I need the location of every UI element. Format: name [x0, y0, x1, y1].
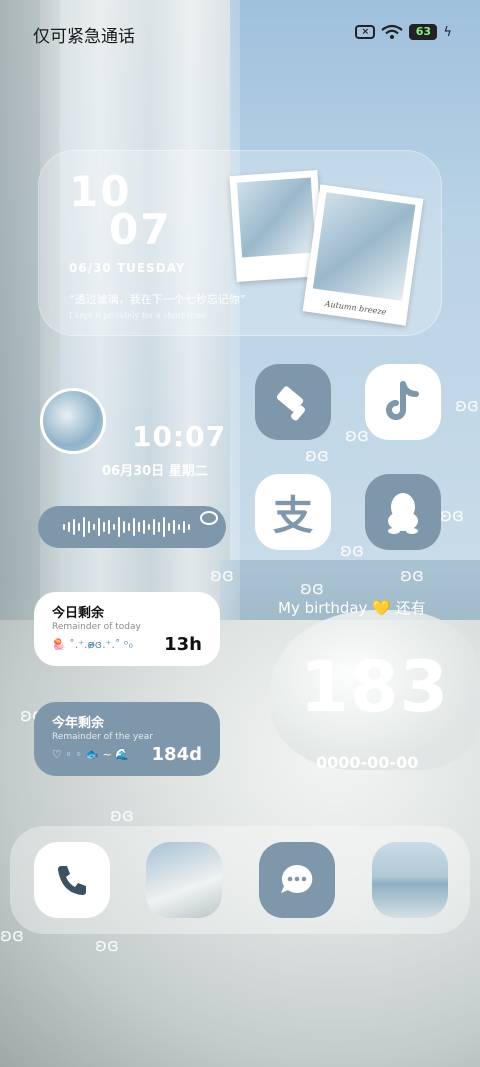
remaining-today-subtitle: Remainder of today [52, 622, 141, 632]
butterfly-icon: ʚɞ [95, 935, 119, 956]
paintbrush-app-icon[interactable] [255, 364, 331, 440]
dock [10, 826, 470, 934]
qq-penguin-icon [388, 493, 418, 534]
remaining-today-title: 今日剩余 [52, 606, 105, 621]
butterfly-icon: ʚɞ [400, 565, 424, 586]
status-bar: 仅可紧急通话 × 63 ϟ [0, 0, 480, 66]
butterfly-icon: ʚɞ [340, 540, 364, 561]
birthday-label: My birthday 💛 还有 [278, 599, 426, 617]
status-icons: × 63 ϟ [355, 24, 452, 40]
tiktok-app-icon[interactable] [365, 364, 441, 440]
phone-app-icon[interactable] [34, 842, 110, 918]
birthday-days-count[interactable]: 183 [300, 646, 449, 728]
alipay-icon: 支 [273, 493, 313, 539]
sound-wave-icon [63, 517, 190, 537]
butterfly-icon: ʚɞ [345, 425, 369, 446]
polaroid-photo: Autumn breeze [302, 184, 424, 326]
chat-bubble-icon [200, 511, 218, 525]
avatar[interactable] [40, 388, 106, 454]
polaroid-caption: Autumn breeze [324, 299, 387, 317]
remaining-year-title: 今年剩余 [52, 716, 105, 731]
clock-minute: 07 [109, 205, 172, 254]
clock-quote-english: I kept it privately for a short time [69, 311, 206, 320]
butterfly-icon: ʚɞ [210, 565, 234, 586]
clock-widget[interactable]: 10 07 06/30 TUESDAY “透过玻璃，我在下一个七秒忘记你” I … [38, 150, 442, 336]
butterfly-icon: ʚɞ [305, 445, 329, 466]
sim-off-icon: × [355, 25, 376, 39]
remaining-year-value: 184d [151, 744, 202, 765]
remaining-today-decoration: 🪼 ˚.⁺.ʚ̴̶̷̷ɞ.⁺.˚ ᵒ₀ [52, 638, 133, 651]
carrier-text: 仅可紧急通话 [33, 27, 135, 47]
voice-message-widget[interactable] [38, 506, 226, 548]
tiktok-icon [386, 381, 419, 420]
battery-indicator: 63 [409, 24, 438, 40]
butterfly-icon: ʚɞ [300, 578, 324, 599]
remaining-year-subtitle: Remainder of the year [52, 732, 153, 742]
remaining-today-widget[interactable]: 今日剩余 Remainder of today 🪼 ˚.⁺.ʚ̴̶̷̷ɞ.⁺.˚… [34, 592, 220, 666]
remaining-year-widget[interactable]: 今年剩余 Remainder of the year ♡ ◦ ◦ 🐟 ~ 🌊 1… [34, 702, 220, 776]
butterfly-icon: ʚɞ [0, 925, 24, 946]
butterfly-icon: ʚɞ [110, 805, 134, 826]
messages-app-icon[interactable] [259, 842, 335, 918]
remaining-year-decoration: ♡ ◦ ◦ 🐟 ~ 🌊 [52, 748, 129, 761]
phone-icon [58, 866, 86, 895]
photo-widget-2[interactable] [372, 842, 448, 918]
avatar-clock-date: 06月30日 星期二 [102, 464, 208, 479]
butterfly-icon: ʚɞ [455, 395, 479, 416]
clock-date: 06/30 TUESDAY [69, 261, 186, 275]
birthday-date: 0000-00-00 [316, 753, 419, 772]
charging-bolt-icon: ϟ [443, 24, 452, 40]
remaining-today-value: 13h [164, 634, 202, 655]
paintbrush-icon [276, 386, 305, 421]
clock-quote: “透过玻璃，我在下一个七秒忘记你” [69, 293, 246, 306]
alipay-app-icon[interactable]: 支 [255, 474, 331, 550]
photo-widget-1[interactable] [146, 842, 222, 918]
qq-app-icon[interactable] [365, 474, 441, 550]
wifi-icon [381, 24, 404, 39]
chat-bubble-icon [281, 864, 313, 893]
avatar-clock-time: 10:07 [132, 420, 227, 453]
butterfly-icon: ʚɞ [440, 505, 464, 526]
